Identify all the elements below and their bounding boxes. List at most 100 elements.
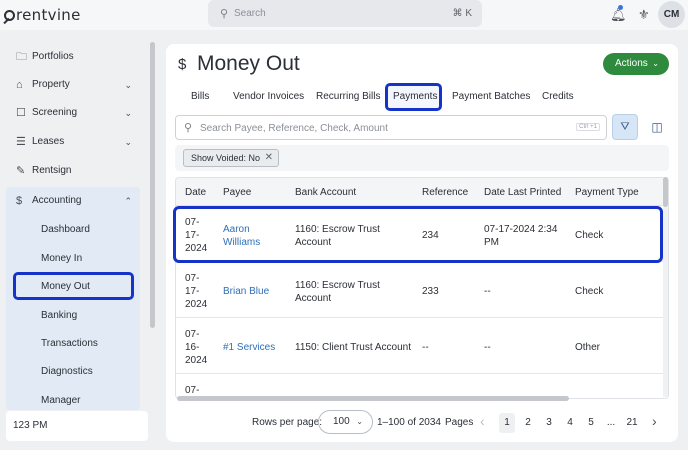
tab-credits[interactable]: Credits xyxy=(542,91,574,102)
folders-icon: 🗀︎ xyxy=(16,51,27,63)
cell-bank-account: 1160: Escrow Trust Account xyxy=(295,280,380,304)
search-shortcut: ⌘ K xyxy=(452,8,472,19)
pages-label: Pages xyxy=(445,417,474,428)
sidebar-item-portfolios[interactable]: 🗀︎ Portfolios xyxy=(6,44,140,70)
cell-date: 07- 17- 2024 xyxy=(185,273,208,310)
columns-icon: ◫ xyxy=(651,120,663,134)
cell-payee-link[interactable]: Brian Blue xyxy=(223,285,269,298)
page-title: Money Out xyxy=(197,52,300,75)
page-2[interactable]: 2 xyxy=(520,417,536,428)
rows-per-page-value: 100 xyxy=(333,416,350,427)
chevron-down-icon: ⌄ xyxy=(124,108,132,118)
column-header-reference[interactable]: Reference xyxy=(422,187,468,198)
tab-bills[interactable]: Bills xyxy=(191,91,209,102)
table-row[interactable]: 07- 17- 2024 Brian Blue 1160: Escrow Trust… xyxy=(176,263,668,318)
cell-date-last-printed: -- xyxy=(484,342,491,353)
filter-button[interactable]: ⛛ xyxy=(612,114,638,140)
rows-per-page-label: Rows per page: xyxy=(252,417,323,428)
sidebar-item-label: Portfolios xyxy=(32,51,74,62)
top-bar: rentvine ⚲ Search ⌘ K 🔔︎ ⚜︎ CM xyxy=(0,0,688,30)
subnav-money-out[interactable]: Money Out xyxy=(41,281,90,292)
tab-payment-batches[interactable]: Payment Batches xyxy=(452,91,530,102)
search-icon: ⚲ xyxy=(220,8,229,20)
columns-button[interactable]: ◫ xyxy=(644,114,670,140)
tab-recurring-bills[interactable]: Recurring Bills xyxy=(316,91,380,102)
chevron-down-icon: ⌄ xyxy=(124,80,132,90)
sidebar-item-label: Accounting xyxy=(32,195,82,206)
column-header-payee[interactable]: Payee xyxy=(223,187,251,198)
dollar-icon: $ xyxy=(16,195,23,207)
table-vertical-scrollbar[interactable] xyxy=(663,177,668,397)
dollar-icon: $ xyxy=(178,56,187,73)
sidebar-item-label: Leases xyxy=(32,136,65,147)
page-21[interactable]: 21 xyxy=(624,417,640,428)
filter-chip-show-voided[interactable]: Show Voided: No ✕ xyxy=(183,149,280,167)
screening-icon: ☐ xyxy=(16,107,26,119)
cell-date: 07- 16- 2024 xyxy=(185,329,208,366)
row-selection-highlight xyxy=(173,206,663,263)
payment-search-input[interactable]: ⚲ Search Payee, Reference, Check, Amount… xyxy=(175,115,607,140)
subnav-dashboard[interactable]: Dashboard xyxy=(41,224,90,235)
global-search[interactable]: ⚲ Search ⌘ K xyxy=(208,0,482,27)
sidebar-item-screening[interactable]: ☐ Screening ⌄ xyxy=(6,100,140,126)
cell-date-last-printed: -- xyxy=(484,286,491,297)
tab-vendor-invoices[interactable]: Vendor Invoices xyxy=(233,91,304,102)
funnel-icon: ⛛ xyxy=(620,121,630,133)
chip-label: Show Voided: No xyxy=(191,153,261,163)
cell-reference: -- xyxy=(422,342,429,353)
sidebar-item-property[interactable]: ⌂ Property ⌄ xyxy=(6,72,140,98)
page-range: 1–100 of 2034 xyxy=(377,417,441,428)
cell-reference: 233 xyxy=(422,286,439,297)
sidebar-item-rentsign[interactable]: ✎ Rentsign xyxy=(6,158,140,184)
rows-per-page-select[interactable]: 100 ⌄ xyxy=(318,410,373,434)
tab-payments[interactable]: Payments xyxy=(393,91,437,102)
page-4[interactable]: 4 xyxy=(562,417,578,428)
logo-mark-icon xyxy=(4,10,15,21)
sidebar-item-label: Rentsign xyxy=(32,165,72,176)
table-horizontal-scrollbar[interactable] xyxy=(177,396,569,401)
subnav-money-in[interactable]: Money In xyxy=(41,253,82,264)
previous-page-icon[interactable]: ‹ xyxy=(480,413,485,429)
column-header-payment-type[interactable]: Payment Type xyxy=(575,187,639,198)
subnav-banking[interactable]: Banking xyxy=(41,310,77,321)
column-header-date[interactable]: Date xyxy=(185,187,206,198)
page-ellipsis: ... xyxy=(606,417,616,428)
logo-text: rentvine xyxy=(16,6,81,24)
cell-bank-account: 1150: Client Trust Account xyxy=(295,342,411,353)
cell-payment-type: Check xyxy=(575,286,604,297)
sidebar-item-label: Property xyxy=(32,79,70,90)
column-header-bank-account[interactable]: Bank Account xyxy=(295,187,356,198)
chevron-down-icon: ⌄ xyxy=(124,137,132,147)
page-1[interactable]: 1 xyxy=(499,413,515,433)
page-3[interactable]: 3 xyxy=(541,417,557,428)
subnav-diagnostics[interactable]: Diagnostics xyxy=(41,366,93,377)
column-header-date-last-printed[interactable]: Date Last Printed xyxy=(484,187,561,198)
building-icon: ⌂ xyxy=(16,79,23,91)
clock-widget: 123 PM xyxy=(6,411,148,441)
sidebar-item-accounting[interactable]: $ Accounting ⌃ xyxy=(6,188,140,214)
notification-dot xyxy=(618,5,623,10)
chevron-up-icon: ⌃ xyxy=(124,196,132,206)
help-icon[interactable]: ⚜︎ xyxy=(638,7,650,23)
cell-payment-type: Other xyxy=(575,342,601,353)
search-placeholder: Search xyxy=(234,8,266,19)
rentvine-logo[interactable]: rentvine xyxy=(4,6,81,24)
search-placeholder: Search Payee, Reference, Check, Amount xyxy=(200,123,388,134)
sidebar-item-leases[interactable]: ☰ Leases ⌄ xyxy=(6,129,140,155)
actions-label: Actions xyxy=(615,58,648,69)
chevron-down-icon: ⌄ xyxy=(652,59,659,68)
chevron-down-icon: ⌄ xyxy=(356,417,363,426)
document-icon: ☰ xyxy=(16,136,26,148)
actions-button[interactable]: Actions ⌄ xyxy=(603,53,669,75)
subnav-manager[interactable]: Manager xyxy=(41,395,80,406)
subnav-transactions[interactable]: Transactions xyxy=(41,338,98,349)
close-icon[interactable]: ✕ xyxy=(265,150,273,166)
table-header: Date Payee Bank Account Reference Date L… xyxy=(176,178,668,206)
cell-payee-link[interactable]: #1 Services xyxy=(223,341,275,354)
page-5[interactable]: 5 xyxy=(583,417,599,428)
sidebar-scrollbar[interactable] xyxy=(150,42,155,328)
sidebar-item-label: Screening xyxy=(32,107,78,118)
user-avatar[interactable]: CM xyxy=(658,1,685,28)
table-row[interactable]: 07- 16- 2024 #1 Services 1150: Client Trus… xyxy=(176,319,668,374)
next-page-icon[interactable]: › xyxy=(652,413,657,429)
